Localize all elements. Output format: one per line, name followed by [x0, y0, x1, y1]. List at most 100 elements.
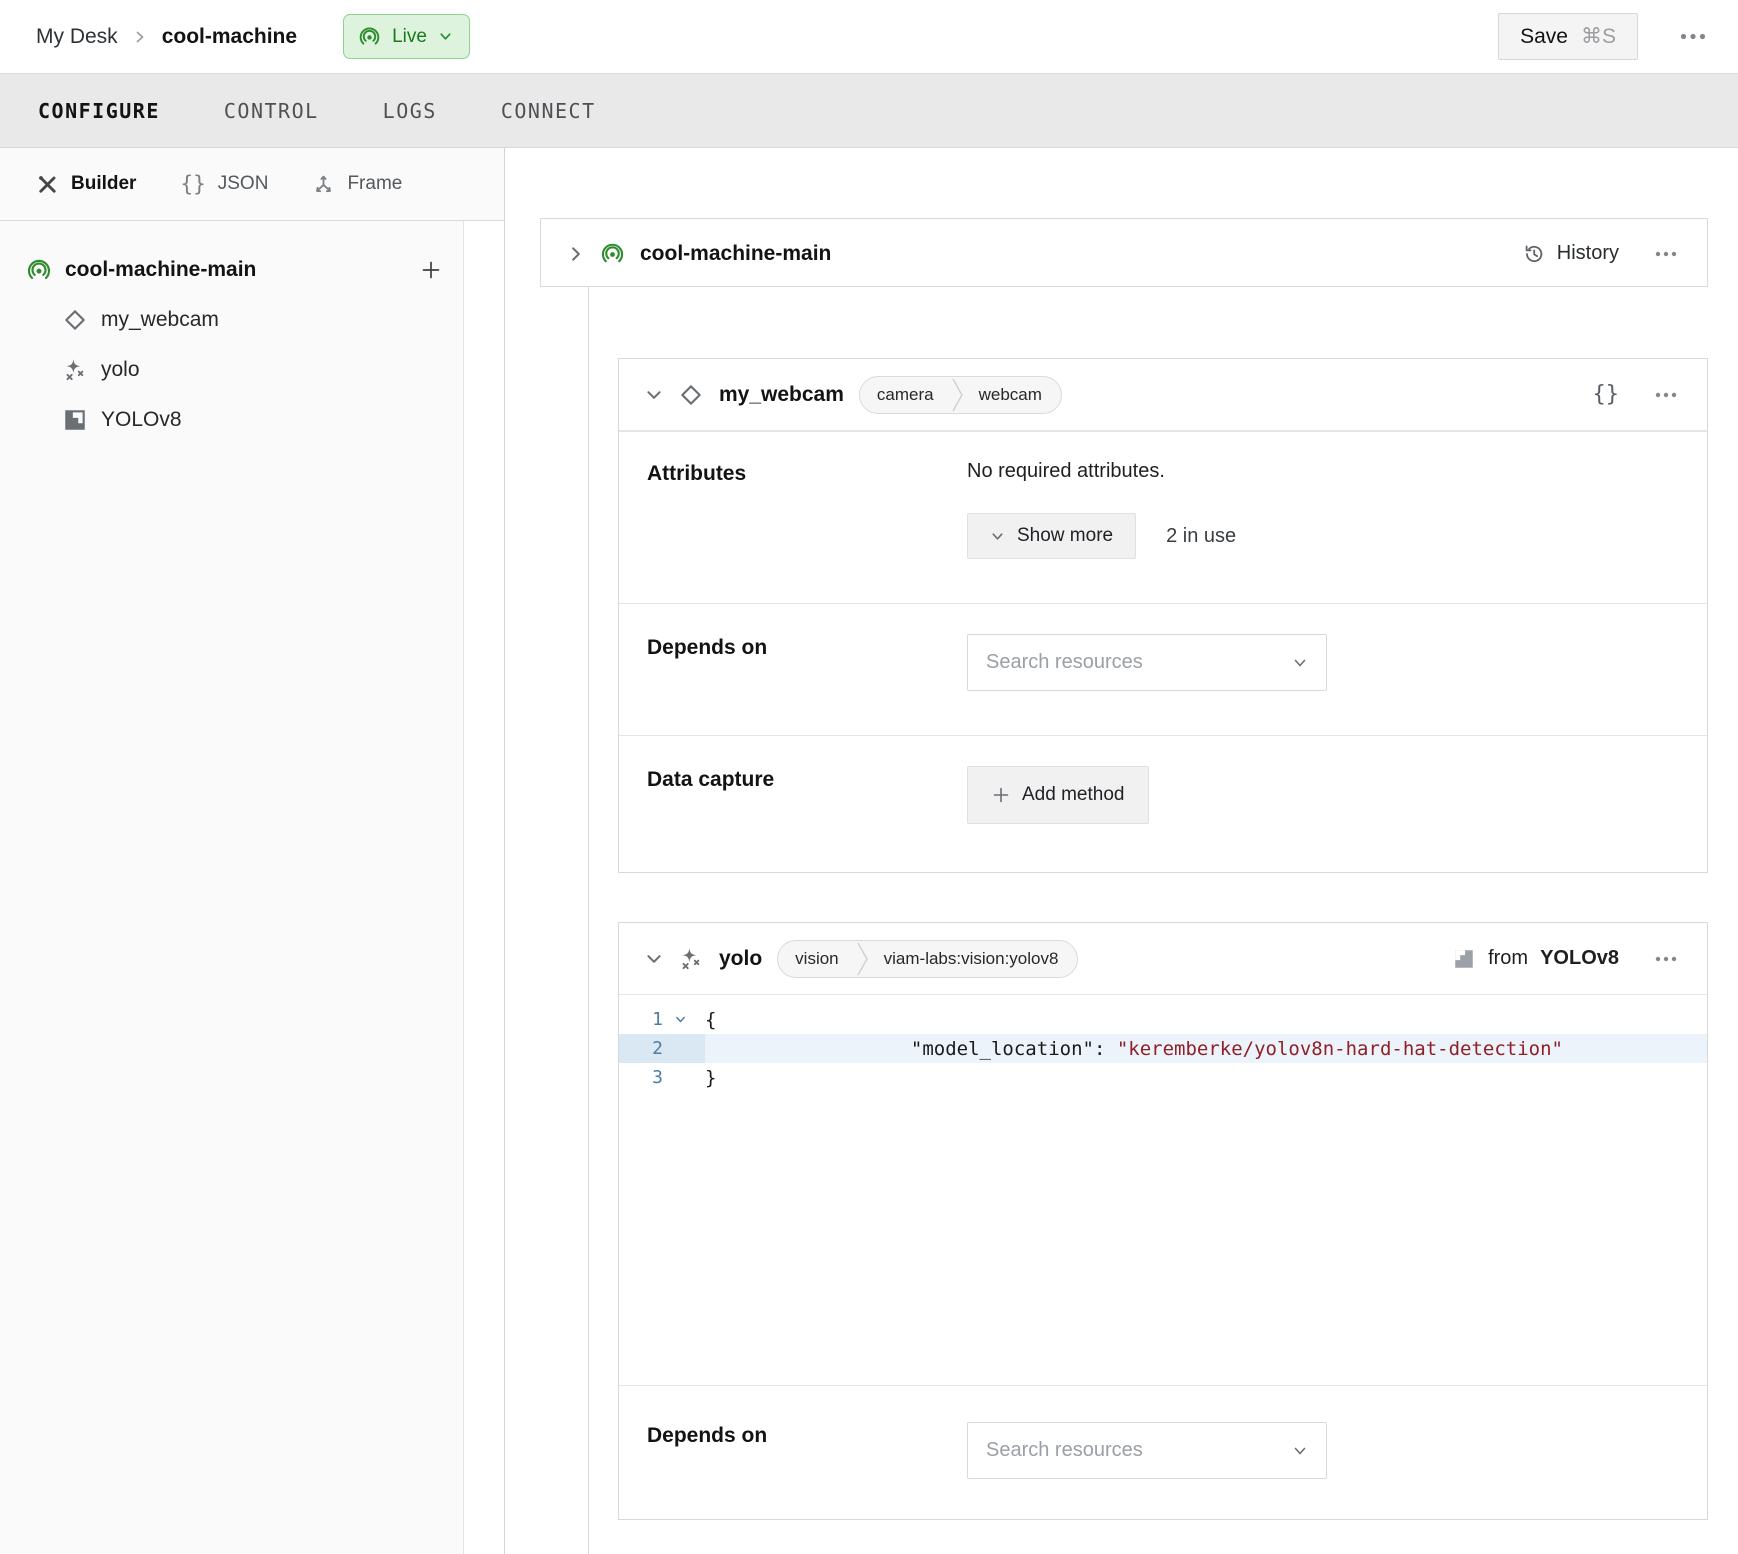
frame-axes-icon: [312, 173, 335, 196]
json-attributes-editor[interactable]: 1 { 2 "model_locatio: [619, 995, 1707, 1385]
tab-configure[interactable]: CONFIGURE: [36, 93, 162, 129]
depends-on-select[interactable]: Search resources: [967, 634, 1327, 691]
plus-icon: [992, 786, 1010, 804]
yolo-type-tags: vision viam-labs:vision:yolov8: [777, 940, 1078, 978]
part-card-actions: History: [1522, 242, 1681, 266]
save-shortcut: ⌘S: [1581, 24, 1616, 49]
my-webcam-card: my_webcam camera webcam {}: [618, 358, 1708, 873]
tree-item-my-webcam[interactable]: my_webcam: [0, 295, 504, 345]
line-number: 3: [619, 1067, 663, 1088]
show-more-label: Show more: [1017, 525, 1113, 547]
depends-on-label: Depends on: [647, 1422, 967, 1479]
show-more-button[interactable]: Show more: [967, 513, 1136, 559]
history-button[interactable]: History: [1522, 242, 1619, 266]
topbar: My Desk cool-machine Live Save ⌘: [0, 0, 1738, 74]
json-colon: :: [1094, 1038, 1117, 1060]
vision-service-sparkles-icon: [678, 946, 704, 972]
chevron-down-icon: [1292, 655, 1308, 671]
topbar-actions: Save ⌘S: [1498, 13, 1710, 60]
api-tag: camera: [860, 377, 951, 413]
camera-component-diamond-icon: [678, 382, 704, 408]
machine-part-broadcast-icon: [600, 241, 625, 266]
code-line-2-highlighted: 2 "model_location": "keremberke/yolov8n-…: [619, 1034, 1707, 1063]
from-module-link[interactable]: from YOLOv8: [1452, 947, 1619, 971]
chevron-down-icon: [438, 29, 453, 44]
view-tab-json[interactable]: {} JSON: [180, 172, 268, 196]
config-view-tabs: Builder {} JSON Frame: [0, 148, 504, 221]
depends-on-select[interactable]: Search resources: [967, 1422, 1327, 1479]
data-capture-section: Data capture Add method: [619, 735, 1707, 872]
view-tab-frame[interactable]: Frame: [312, 173, 402, 196]
yolo-overflow-menu-button[interactable]: [1651, 952, 1681, 966]
code-text: }: [705, 1067, 716, 1089]
tab-connect[interactable]: CONNECT: [499, 93, 598, 129]
json-key: "model_location": [911, 1038, 1094, 1060]
add-method-button[interactable]: Add method: [967, 766, 1149, 824]
view-tab-builder-label: Builder: [71, 173, 136, 195]
part-card-title: cool-machine-main: [640, 242, 831, 266]
model-tag: viam-labs:vision:yolov8: [869, 941, 1078, 977]
tree-item-yolo[interactable]: yolo: [0, 345, 504, 395]
sidebar-scroll-gutter: [463, 221, 504, 1554]
tag-separator: [951, 377, 964, 413]
tag-separator: [856, 941, 869, 977]
breadcrumb-chevron-icon: [132, 29, 148, 45]
view-tab-builder[interactable]: Builder: [36, 173, 136, 196]
from-label: from: [1488, 947, 1528, 970]
camera-component-diamond-icon: [62, 307, 88, 333]
config-main-panel: cool-machine-main History: [505, 148, 1738, 1554]
model-tag: webcam: [964, 377, 1061, 413]
breadcrumb-location-link[interactable]: My Desk: [36, 25, 118, 49]
json-string-value: "keremberke/yolov8n-hard-hat-detection": [1117, 1038, 1563, 1060]
history-label: History: [1557, 242, 1619, 265]
save-label: Save: [1520, 25, 1568, 49]
yolo-card: yolo vision viam-labs:vision:yolov8: [618, 922, 1708, 1520]
breadcrumb: My Desk cool-machine: [36, 25, 297, 49]
attributes-in-use-count: 2 in use: [1166, 525, 1236, 548]
module-steps-icon: [1452, 947, 1476, 971]
webcam-overflow-menu-button[interactable]: [1651, 388, 1681, 402]
tools-icon: [36, 173, 59, 196]
yolo-depends-on-section: Depends on Search resources: [619, 1385, 1707, 1519]
line-number: 1: [619, 1009, 663, 1030]
tab-control[interactable]: CONTROL: [222, 93, 321, 129]
resource-tree: cool-machine-main my_webcam: [0, 221, 504, 445]
part-overflow-menu-button[interactable]: [1651, 247, 1681, 261]
edit-json-button[interactable]: {}: [1593, 382, 1620, 407]
yolo-card-actions: from YOLOv8: [1452, 947, 1681, 971]
collapse-yolo-chevron-icon[interactable]: [645, 950, 663, 968]
machine-overflow-menu-button[interactable]: [1676, 29, 1710, 44]
fold-chevron-icon[interactable]: [663, 1013, 697, 1026]
view-tab-frame-label: Frame: [347, 173, 402, 195]
machine-part-broadcast-icon: [26, 257, 52, 283]
machine-part-card: cool-machine-main History: [540, 218, 1708, 287]
attributes-empty-text: No required attributes.: [967, 460, 1679, 483]
chevron-down-icon: [1292, 1443, 1308, 1459]
live-label: Live: [392, 26, 427, 48]
my-webcam-card-header: my_webcam camera webcam {}: [619, 359, 1707, 431]
page-body: Builder {} JSON Frame: [0, 148, 1738, 1554]
collapse-webcam-chevron-icon[interactable]: [645, 386, 663, 404]
depends-on-section: Depends on Search resources: [619, 603, 1707, 735]
webcam-card-actions: {}: [1593, 382, 1682, 407]
braces-icon: {}: [180, 172, 205, 196]
part-connector-line: [588, 287, 589, 1554]
module-steps-icon: [62, 407, 88, 433]
tab-logs[interactable]: LOGS: [381, 93, 439, 129]
data-capture-label: Data capture: [647, 766, 967, 824]
yolo-card-title: yolo: [719, 947, 762, 971]
viam-machine-config-page: My Desk cool-machine Live Save ⌘: [0, 0, 1738, 1554]
module-name: YOLOv8: [1540, 947, 1619, 970]
depends-on-label: Depends on: [647, 634, 967, 691]
tree-item-label: YOLOv8: [101, 408, 182, 432]
line-number: 2: [619, 1038, 663, 1059]
tree-item-machine-part[interactable]: cool-machine-main: [0, 245, 504, 295]
save-button[interactable]: Save ⌘S: [1498, 13, 1638, 60]
attributes-label: Attributes: [647, 460, 967, 559]
config-sidebar: Builder {} JSON Frame: [0, 148, 505, 1554]
tree-item-yolov8-module[interactable]: YOLOv8: [0, 395, 504, 445]
live-status-badge[interactable]: Live: [343, 14, 470, 59]
expand-part-chevron-icon[interactable]: [567, 245, 585, 263]
yolo-card-header: yolo vision viam-labs:vision:yolov8: [619, 923, 1707, 995]
add-resource-button[interactable]: [418, 257, 444, 283]
